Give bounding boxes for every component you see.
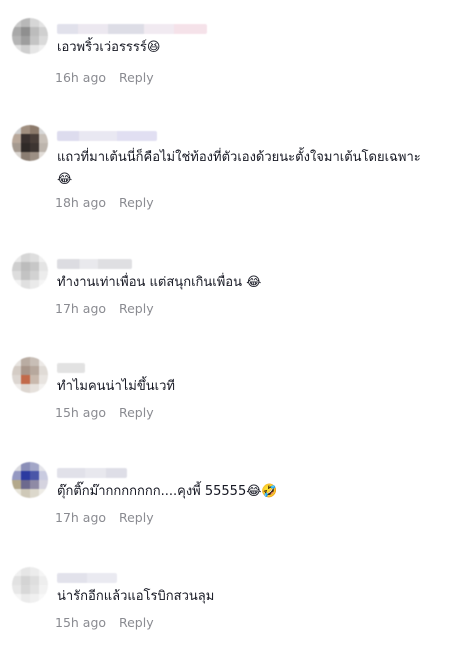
avatar[interactable]	[12, 357, 48, 393]
comment-item: เอวพริ้วเว่อรรรร์😆 16h ago Reply	[0, 18, 473, 123]
emoji: 😂	[246, 275, 262, 290]
comment-item: ทำงานเท่าเพื่อน แต่สนุกเกินเพื่อน 😂 17h …	[0, 253, 473, 358]
comment-text: เอวพริ้วเว่อรรรร์😆	[57, 37, 462, 59]
timestamp: 17h ago	[55, 510, 107, 525]
comment-body: น่ารักอีกแล้วแอโรบิกสวนลุม	[57, 589, 215, 604]
reply-button[interactable]: Reply	[119, 70, 154, 85]
comment-text: ตุ๊กติ๊กม๊ากกกกกกก....คุงพี้ 55555😂🤣	[57, 481, 462, 503]
comment-body: แถวที่มาเต้นนี่ก็คือไม่ใช่ท้องที่ตัวเองด…	[57, 150, 421, 165]
reply-button[interactable]: Reply	[119, 195, 154, 210]
timestamp: 18h ago	[55, 195, 107, 210]
reply-button[interactable]: Reply	[119, 615, 154, 630]
comment-item: แถวที่มาเต้นนี่ก็คือไม่ใช่ท้องที่ตัวเองด…	[0, 125, 473, 230]
comment-item: น่ารักอีกแล้วแอโรบิกสวนลุม 15h ago Reply	[0, 567, 473, 672]
comment-meta: 15h ago Reply	[55, 615, 154, 630]
username-blurred[interactable]	[57, 468, 127, 478]
comment-body: เอวพริ้วเว่อรรรร์	[57, 40, 147, 55]
username-blurred[interactable]	[57, 363, 85, 373]
comment-meta: 17h ago Reply	[55, 301, 154, 316]
username-blurred[interactable]	[57, 259, 132, 269]
reply-button[interactable]: Reply	[119, 405, 154, 420]
timestamp: 15h ago	[55, 405, 107, 420]
comment-meta: 17h ago Reply	[55, 510, 154, 525]
avatar[interactable]	[12, 253, 48, 289]
emoji: 😆	[146, 40, 161, 55]
comment-body: ตุ๊กติ๊กม๊ากกกกกกก....คุงพี้ 55555	[57, 484, 247, 499]
emoji: 😂🤣	[246, 484, 278, 499]
comment-meta: 16h ago Reply	[55, 70, 154, 85]
username-blurred[interactable]	[57, 573, 117, 583]
emoji: 😂	[57, 172, 73, 187]
comment-item: ตุ๊กติ๊กม๊ากกกกกกก....คุงพี้ 55555😂🤣 17h…	[0, 462, 473, 567]
comment-body: ทำงานเท่าเพื่อน แต่สนุกเกินเพื่อน	[57, 275, 242, 290]
comment-body: ทำไมคนน่าไม่ขึ้นเวที	[57, 379, 175, 394]
avatar[interactable]	[12, 462, 48, 498]
avatar[interactable]	[12, 567, 48, 603]
username-blurred[interactable]	[57, 131, 157, 141]
comment-meta: 18h ago Reply	[55, 195, 154, 210]
avatar[interactable]	[12, 18, 48, 54]
avatar[interactable]	[12, 125, 48, 161]
comment-text: ทำงานเท่าเพื่อน แต่สนุกเกินเพื่อน 😂	[57, 272, 462, 294]
timestamp: 17h ago	[55, 301, 107, 316]
comment-text: ทำไมคนน่าไม่ขึ้นเวที	[57, 376, 462, 398]
comment-text: น่ารักอีกแล้วแอโรบิกสวนลุม	[57, 586, 462, 608]
username-blurred[interactable]	[57, 24, 207, 34]
reply-button[interactable]: Reply	[119, 301, 154, 316]
comment-item: ทำไมคนน่าไม่ขึ้นเวที 15h ago Reply	[0, 357, 473, 462]
comment-text: แถวที่มาเต้นนี่ก็คือไม่ใช่ท้องที่ตัวเองด…	[57, 147, 462, 191]
timestamp: 16h ago	[55, 70, 107, 85]
comment-meta: 15h ago Reply	[55, 405, 154, 420]
timestamp: 15h ago	[55, 615, 107, 630]
reply-button[interactable]: Reply	[119, 510, 154, 525]
